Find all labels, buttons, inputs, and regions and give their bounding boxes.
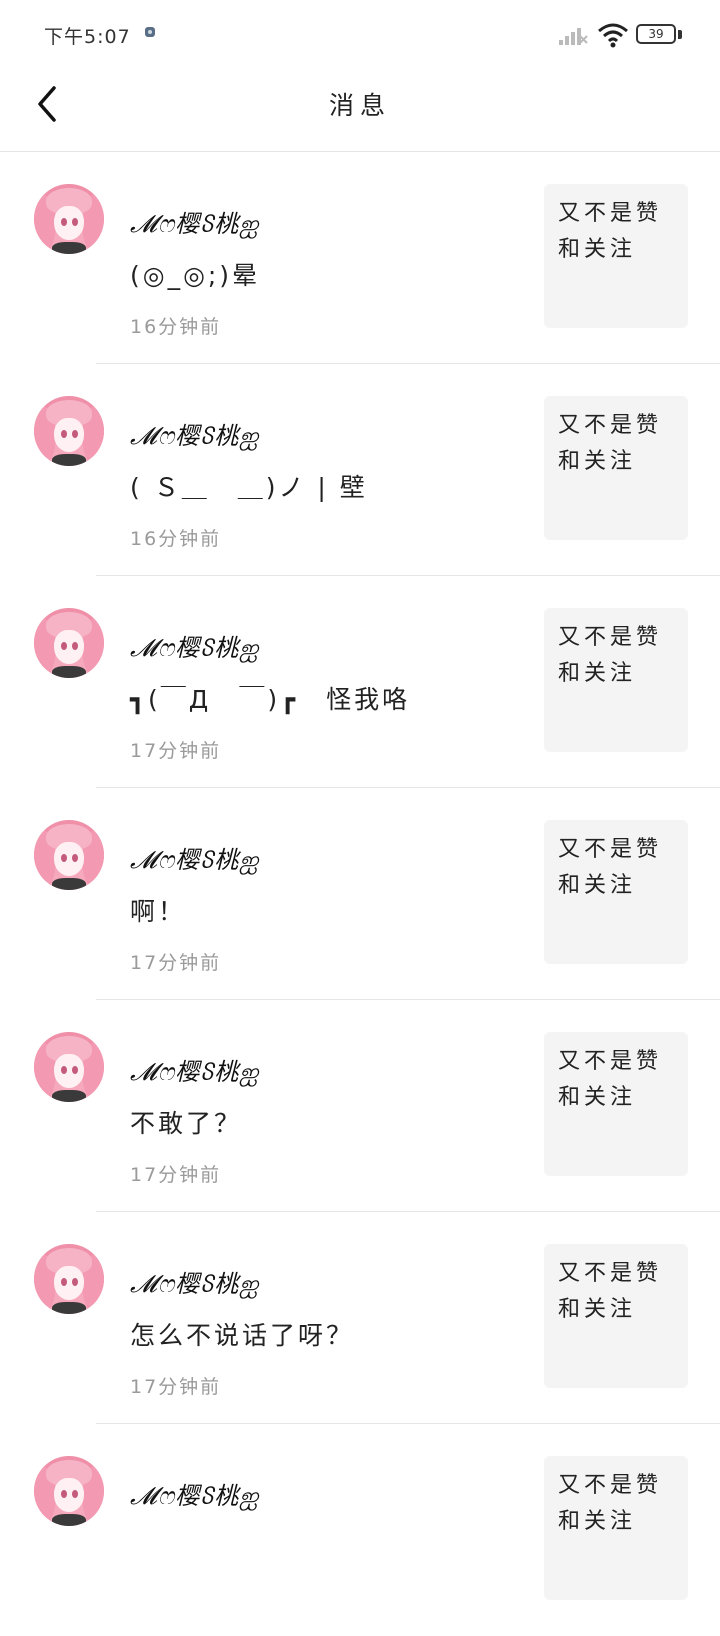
message-time: 16分钟前 [130,316,222,338]
message-item[interactable]: 𝓜ෆ樱ჽ桃ஐ 啊！ 17分钟前 又不是赞和关注 [0,788,720,1000]
message-item[interactable]: 𝓜ෆ樱ჽ桃ஐ 又不是赞和关注 [0,1424,720,1636]
message-item[interactable]: 𝓜ෆ樱ჽ桃ஐ 怎么不说话了呀？ 17分钟前 又不是赞和关注 [0,1212,720,1424]
status-bar: 下午5:07 39 [0,0,720,68]
message-time: 16分钟前 [130,528,222,550]
avatar[interactable] [34,1456,104,1526]
message-text: 不敢了？ [130,1109,243,1138]
avatar[interactable] [34,1244,104,1314]
quoted-content[interactable]: 又不是赞和关注 [544,608,688,752]
message-item[interactable]: 𝓜ෆ樱ჽ桃ஐ (◎_◎;)晕 16分钟前 又不是赞和关注 [0,152,720,364]
quoted-content[interactable]: 又不是赞和关注 [544,820,688,964]
message-item[interactable]: 𝓜ෆ樱ჽ桃ஐ ( Ｓ＿ ＿)ノ | 壁 16分钟前 又不是赞和关注 [0,364,720,576]
sender-name[interactable]: 𝓜ෆ樱ჽ桃ஐ [130,1264,259,1301]
status-time: 下午5:07 [44,26,131,48]
message-text: ( Ｓ＿ ＿)ノ | 壁 [130,473,368,502]
message-time: 17分钟前 [130,952,222,974]
message-text: ┓(￣Д ￣)┏ 怪我咯 [130,685,411,714]
message-list: 𝓜ෆ樱ჽ桃ஐ (◎_◎;)晕 16分钟前 又不是赞和关注 𝓜ෆ樱ჽ桃ஐ ( Ｓ＿… [0,152,720,1636]
sender-name[interactable]: 𝓜ෆ樱ჽ桃ஐ [130,416,259,453]
header: 消息 [0,68,720,152]
message-text: 怎么不说话了呀？ [130,1321,355,1350]
sender-name[interactable]: 𝓜ෆ樱ჽ桃ஐ [130,204,259,241]
avatar[interactable] [34,820,104,890]
quoted-content[interactable]: 又不是赞和关注 [544,1032,688,1176]
avatar[interactable] [34,608,104,678]
signal-icon [559,28,588,45]
message-time: 17分钟前 [130,1376,222,1398]
sender-name[interactable]: 𝓜ෆ樱ჽ桃ஐ [130,840,259,877]
battery-level: 39 [648,27,664,41]
message-text: 啊！ [130,897,187,926]
message-item[interactable]: 𝓜ෆ樱ჽ桃ஐ 不敢了？ 17分钟前 又不是赞和关注 [0,1000,720,1212]
battery-cap [678,30,682,39]
quoted-content[interactable]: 又不是赞和关注 [544,396,688,540]
notification-dot-icon [145,27,155,37]
message-text: (◎_◎;)晕 [130,261,261,290]
sender-name[interactable]: 𝓜ෆ樱ჽ桃ஐ [130,1052,259,1089]
quoted-content[interactable]: 又不是赞和关注 [544,1244,688,1388]
message-time: 17分钟前 [130,740,222,762]
sender-name[interactable]: 𝓜ෆ樱ჽ桃ஐ [130,1476,259,1513]
message-time: 17分钟前 [130,1164,222,1186]
battery-icon: 39 [636,24,676,44]
avatar[interactable] [34,184,104,254]
wifi-icon [598,23,628,48]
message-item[interactable]: 𝓜ෆ樱ჽ桃ஐ ┓(￣Д ￣)┏ 怪我咯 17分钟前 又不是赞和关注 [0,576,720,788]
sender-name[interactable]: 𝓜ෆ樱ჽ桃ஐ [130,628,259,665]
page-title: 消息 [328,91,391,120]
quoted-content[interactable]: 又不是赞和关注 [544,1456,688,1600]
avatar[interactable] [34,1032,104,1102]
quoted-content[interactable]: 又不是赞和关注 [544,184,688,328]
avatar[interactable] [34,396,104,466]
